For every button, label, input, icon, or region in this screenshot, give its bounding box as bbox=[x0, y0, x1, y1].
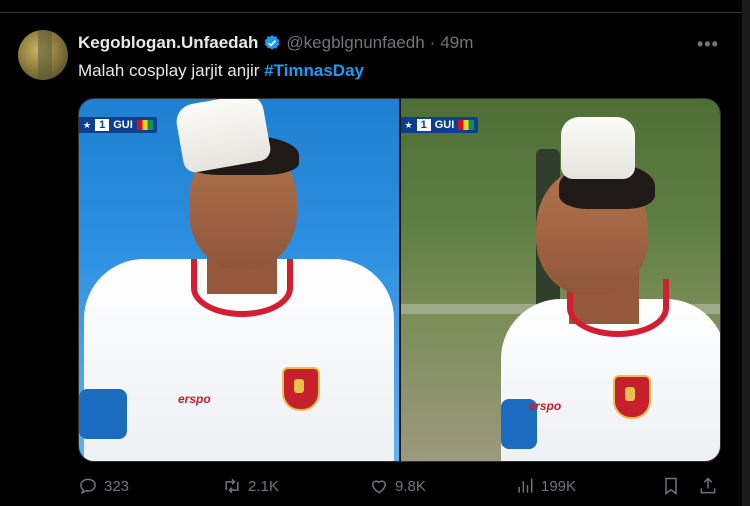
heart-icon bbox=[371, 480, 387, 494]
like-button[interactable]: 9.8K bbox=[369, 476, 426, 496]
star-icon: ★ bbox=[404, 119, 413, 130]
scorebug-score: 1 bbox=[95, 119, 110, 131]
scrollbar-track[interactable] bbox=[742, 0, 750, 506]
bookmark-button[interactable] bbox=[661, 476, 681, 496]
views-count: 199K bbox=[541, 477, 577, 495]
scorebug-team: GUI bbox=[434, 119, 455, 131]
share-button[interactable] bbox=[698, 476, 718, 496]
scorebug: ★ 1 GUI bbox=[400, 117, 479, 133]
tweet-media[interactable]: ★ 1 GUI erspo ★ 1 GUI erspo bbox=[78, 98, 721, 462]
guinea-flag-icon bbox=[458, 120, 475, 130]
scorebug: ★ 1 GUI bbox=[79, 117, 157, 133]
views-button[interactable]: 199K bbox=[515, 476, 576, 496]
author-name[interactable]: Kegoblogan.Unfaedah bbox=[78, 33, 258, 53]
share-icon bbox=[700, 477, 716, 494]
more-options-icon[interactable]: ••• bbox=[697, 34, 719, 55]
author-handle[interactable]: @kegblgnunfaedh bbox=[286, 33, 424, 53]
tweet-text-body: Malah cosplay jarjit anjir bbox=[78, 61, 265, 80]
views-chart-icon bbox=[518, 478, 533, 493]
media-photo-left[interactable]: ★ 1 GUI erspo bbox=[79, 99, 399, 461]
top-divider bbox=[0, 0, 750, 13]
repost-button[interactable]: 2.1K bbox=[222, 476, 279, 496]
scorebug-team: GUI bbox=[113, 119, 133, 131]
repost-icon bbox=[225, 478, 239, 494]
bookmark-icon bbox=[665, 477, 677, 495]
guinea-flag-icon bbox=[136, 120, 153, 130]
hashtag-link[interactable]: #TimnasDay bbox=[264, 61, 364, 80]
tweet-actions: 323 2.1K 9.8K 199K bbox=[78, 476, 718, 500]
author-avatar[interactable] bbox=[18, 30, 68, 80]
reply-count: 323 bbox=[104, 477, 130, 495]
kit-brand: erspo bbox=[178, 392, 211, 406]
like-count: 9.8K bbox=[395, 477, 426, 495]
captain-armband bbox=[79, 389, 127, 439]
reply-button[interactable]: 323 bbox=[78, 476, 129, 496]
repost-count: 2.1K bbox=[248, 477, 279, 495]
tweet-text: Malah cosplay jarjit anjir #TimnasDay bbox=[78, 61, 364, 81]
reply-icon bbox=[80, 478, 96, 495]
separator-dot: · bbox=[429, 33, 436, 52]
player-hat bbox=[560, 117, 635, 179]
tweet-time[interactable]: 49m bbox=[440, 33, 473, 53]
scorebug-score: 1 bbox=[416, 119, 431, 131]
verified-badge-icon bbox=[265, 35, 280, 50]
indonesia-crest-icon bbox=[282, 367, 320, 411]
star-icon: ★ bbox=[83, 119, 92, 130]
indonesia-crest-icon bbox=[612, 375, 651, 419]
tweet-header: Kegoblogan.Unfaedah @kegblgnunfaedh · 49… bbox=[78, 33, 473, 53]
media-photo-right[interactable]: ★ 1 GUI erspo bbox=[400, 99, 720, 461]
kit-brand: erspo bbox=[528, 399, 562, 413]
